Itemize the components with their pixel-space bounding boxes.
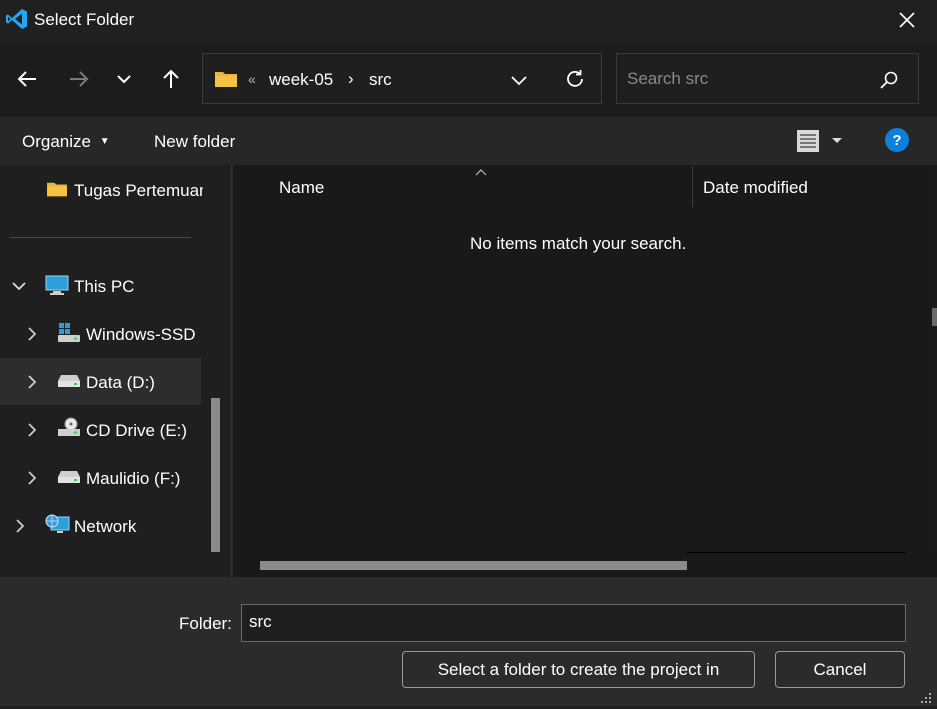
chevron-down-icon[interactable] xyxy=(11,278,27,299)
vertical-scrollbar-thumb[interactable] xyxy=(932,308,937,326)
help-icon[interactable]: ? xyxy=(885,128,909,152)
nav-item-network[interactable]: Network xyxy=(0,506,203,546)
nav-divider xyxy=(10,237,191,238)
nav-item-label: Windows-SSD xyxy=(86,325,196,344)
organize-label: Organize xyxy=(22,132,91,151)
breadcrumb-separator[interactable]: › xyxy=(348,69,354,89)
vscode-icon xyxy=(5,7,29,31)
chevron-down-icon[interactable] xyxy=(510,71,528,94)
caret-down-icon: ▼ xyxy=(99,136,110,147)
new-folder-button[interactable]: New folder xyxy=(154,132,235,152)
address-overflow[interactable]: « xyxy=(248,71,256,87)
column-header-name[interactable]: Name xyxy=(279,178,324,198)
nav-item-label: Maulidio (F:) xyxy=(86,469,181,488)
breadcrumb-week-05[interactable]: week-05 xyxy=(269,70,333,90)
chevron-right-icon[interactable] xyxy=(24,326,40,347)
monitor-icon xyxy=(45,275,69,302)
folder-label: Folder: xyxy=(179,614,232,633)
nav-item-tugas-pertemuan[interactable]: Tugas Pertemuan xyxy=(0,170,203,210)
nav-item-data-d[interactable]: Data (D:) xyxy=(0,362,203,402)
chevron-right-icon[interactable] xyxy=(24,422,40,443)
chevron-right-icon[interactable] xyxy=(12,518,28,539)
help-label: ? xyxy=(892,131,902,149)
window-title: Select Folder xyxy=(34,10,135,29)
drive-icon xyxy=(57,469,81,490)
resize-grip-icon[interactable] xyxy=(918,690,932,704)
nav-item-label: Network xyxy=(74,517,137,536)
horizontal-scrollbar-thumb[interactable] xyxy=(260,561,687,570)
folder-name-input[interactable]: src xyxy=(241,604,906,642)
empty-message: No items match your search. xyxy=(470,234,687,253)
cancel-button[interactable]: Cancel xyxy=(775,651,905,688)
title-bar xyxy=(0,0,937,43)
search-input[interactable]: Search src xyxy=(616,53,919,104)
nav-item-label: Data (D:) xyxy=(86,373,155,392)
chevron-down-icon[interactable] xyxy=(109,64,139,94)
arrow-right-icon[interactable] xyxy=(64,64,94,94)
address-bar[interactable] xyxy=(202,53,602,104)
nav-item-label: This PC xyxy=(74,277,135,296)
nav-item-label: CD Drive (E:) xyxy=(86,421,188,440)
cd-drive-icon xyxy=(57,417,81,444)
breadcrumb-src[interactable]: src xyxy=(369,70,392,90)
arrow-left-icon[interactable] xyxy=(12,64,42,94)
nav-item-cd-drive-e[interactable]: CD Drive (E:) xyxy=(0,410,203,450)
column-header-date-modified[interactable]: Date modified xyxy=(703,178,808,198)
nav-item-label: Tugas Pertemuan xyxy=(74,181,203,200)
vertical-scrollbar[interactable] xyxy=(930,165,937,553)
view-list-icon[interactable] xyxy=(796,129,844,158)
folder-icon xyxy=(46,180,68,203)
search-icon[interactable] xyxy=(879,70,899,95)
nav-item-this-pc[interactable]: This PC xyxy=(0,266,203,306)
arrow-up-icon[interactable] xyxy=(156,64,186,94)
nav-scrollbar-thumb[interactable] xyxy=(211,398,220,552)
chevron-right-icon[interactable] xyxy=(24,470,40,491)
search-placeholder: Search src xyxy=(627,69,709,88)
file-list[interactable] xyxy=(233,165,937,577)
refresh-icon[interactable] xyxy=(564,68,586,95)
scrollbar-edge xyxy=(687,552,906,553)
select-folder-button[interactable]: Select a folder to create the project in xyxy=(402,651,755,688)
folder-icon xyxy=(214,69,238,94)
windows-drive-icon xyxy=(57,322,81,349)
sort-indicator-icon xyxy=(475,163,487,181)
nav-item-maulidio-f[interactable]: Maulidio (F:) xyxy=(0,458,203,498)
drive-icon xyxy=(57,373,81,394)
network-icon xyxy=(45,513,71,542)
nav-item-windows-ssd[interactable]: Windows-SSD xyxy=(0,314,203,354)
organize-button[interactable]: Organize ▼ xyxy=(22,132,110,152)
column-divider[interactable] xyxy=(692,166,693,207)
chevron-right-icon[interactable] xyxy=(24,374,40,395)
close-icon[interactable] xyxy=(893,6,921,34)
